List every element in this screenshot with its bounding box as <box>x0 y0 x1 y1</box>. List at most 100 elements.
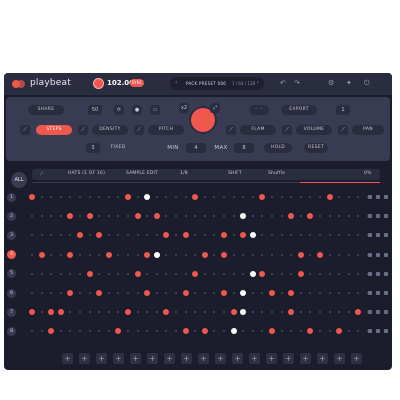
step-cell[interactable] <box>50 292 53 294</box>
step-cell[interactable] <box>319 330 321 333</box>
step-cell[interactable] <box>184 215 187 218</box>
track-edit-icon[interactable] <box>368 252 372 257</box>
step-cell[interactable] <box>201 328 208 335</box>
step-cell[interactable] <box>146 272 149 275</box>
step-cell[interactable] <box>182 328 189 335</box>
step-cell[interactable] <box>319 234 321 237</box>
step-cell[interactable] <box>155 272 158 275</box>
step-cell[interactable] <box>269 290 275 296</box>
track-solo-icon[interactable] <box>384 233 388 238</box>
track-mute-icon[interactable] <box>376 214 380 219</box>
step-cell[interactable] <box>307 213 314 220</box>
step-cell[interactable] <box>194 234 197 237</box>
star-icon[interactable]: ✦ <box>346 79 352 87</box>
track-edit-icon[interactable] <box>368 310 372 315</box>
step-cell[interactable] <box>107 234 110 237</box>
step-cell[interactable] <box>194 253 197 256</box>
flam-button[interactable]: FLAM <box>240 125 276 135</box>
step-cell[interactable] <box>309 311 312 314</box>
track-solo-icon[interactable] <box>384 291 388 295</box>
step-cell[interactable] <box>290 234 293 237</box>
step-cell[interactable] <box>261 253 264 256</box>
step-cell[interactable] <box>67 290 74 296</box>
step-cell[interactable] <box>117 311 120 314</box>
step-cell[interactable] <box>40 215 43 218</box>
track-mute-icon[interactable] <box>376 252 380 257</box>
add-step-button[interactable]: + <box>130 353 141 364</box>
option-toggle[interactable]: ◦ ◦ <box>249 105 269 115</box>
step-cell[interactable] <box>213 253 216 256</box>
step-cell[interactable] <box>127 330 129 333</box>
step-cell[interactable] <box>271 234 273 237</box>
step-cell[interactable] <box>79 272 81 275</box>
steps-button[interactable]: STEPS <box>36 125 72 135</box>
step-cell[interactable] <box>153 213 160 220</box>
step-cell[interactable] <box>105 251 112 258</box>
share-button[interactable]: SHARE <box>28 105 64 115</box>
step-cell[interactable] <box>240 213 247 220</box>
step-cell[interactable] <box>309 234 312 237</box>
step-cell[interactable] <box>69 330 72 333</box>
step-cell[interactable] <box>280 253 283 256</box>
step-cell[interactable] <box>347 292 350 294</box>
step-cell[interactable] <box>79 196 81 198</box>
add-step-button[interactable]: + <box>198 353 209 364</box>
step-cell[interactable] <box>50 234 53 237</box>
step-cell[interactable] <box>40 292 43 294</box>
step-cell[interactable] <box>96 232 103 239</box>
step-cell[interactable] <box>203 311 206 314</box>
step-cell[interactable] <box>347 253 350 256</box>
shuffle-slider[interactable] <box>32 182 380 183</box>
step-cell[interactable] <box>319 272 321 275</box>
step-cell[interactable] <box>40 272 43 275</box>
step-cell[interactable] <box>146 330 149 333</box>
step-cell[interactable] <box>249 232 256 239</box>
step-cell[interactable] <box>50 215 53 218</box>
pattern-name[interactable]: HATS (1 OF 16) <box>68 171 105 176</box>
step-cell[interactable] <box>77 232 83 239</box>
step-cell[interactable] <box>290 272 293 275</box>
step-cell[interactable] <box>88 196 91 198</box>
preset-next-icon[interactable]: › <box>257 79 259 86</box>
step-cell[interactable] <box>115 328 122 335</box>
step-cell[interactable] <box>117 196 120 198</box>
step-cell[interactable] <box>338 215 341 218</box>
step-cell[interactable] <box>40 234 43 237</box>
step-cell[interactable] <box>280 292 283 294</box>
step-cell[interactable] <box>175 196 177 198</box>
track-solo-icon[interactable] <box>384 195 388 199</box>
min-value[interactable]: 4 <box>186 143 206 153</box>
step-cell[interactable] <box>155 292 158 294</box>
track-mute-icon[interactable] <box>376 329 380 334</box>
step-cell[interactable] <box>251 196 254 198</box>
value-50[interactable]: 50 <box>88 105 102 115</box>
step-cell[interactable] <box>338 311 341 314</box>
step-cell[interactable] <box>175 272 177 275</box>
step-cell[interactable] <box>146 234 149 237</box>
step-cell[interactable] <box>194 311 197 314</box>
track-solo-icon[interactable] <box>384 252 388 257</box>
step-cell[interactable] <box>184 272 187 275</box>
track-mute-icon[interactable] <box>376 233 380 238</box>
preset-prev-icon[interactable]: ‹ <box>175 79 177 86</box>
density-edit-icon[interactable]: ⟋ <box>78 125 88 135</box>
add-step-button[interactable]: + <box>283 353 294 364</box>
step-cell[interactable] <box>338 272 341 275</box>
add-step-button[interactable]: + <box>164 353 175 364</box>
add-step-button[interactable]: + <box>79 353 90 364</box>
randomize-icon[interactable]: ⟳ <box>114 105 124 115</box>
step-cell[interactable] <box>271 311 273 314</box>
track-mute-icon[interactable] <box>376 195 380 199</box>
step-cell[interactable] <box>221 251 227 258</box>
add-step-button[interactable]: + <box>266 353 277 364</box>
step-cell[interactable] <box>347 311 350 314</box>
step-cell[interactable] <box>182 290 189 296</box>
step-cell[interactable] <box>299 234 302 237</box>
step-cell[interactable] <box>309 196 312 198</box>
flam-edit-icon[interactable]: ⟋ <box>226 125 236 135</box>
step-cell[interactable] <box>165 253 168 256</box>
step-cell[interactable] <box>175 253 177 256</box>
redo-icon[interactable]: ↷ <box>294 79 300 87</box>
step-cell[interactable] <box>98 272 101 275</box>
step-cell[interactable] <box>175 330 177 333</box>
